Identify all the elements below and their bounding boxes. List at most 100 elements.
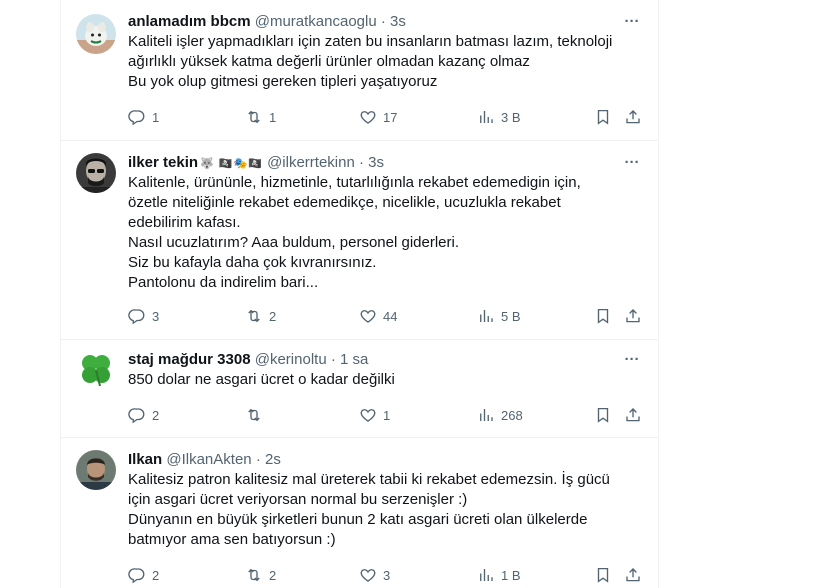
views-count: 268 [501, 407, 523, 423]
share-icon [624, 566, 642, 584]
bookmark-button[interactable] [594, 404, 612, 426]
views-icon [477, 406, 495, 424]
reply-icon [128, 108, 146, 126]
bookmark-button[interactable] [594, 106, 612, 128]
like-count: 17 [383, 109, 398, 125]
like-icon [359, 307, 377, 325]
like-count: 1 [383, 407, 391, 423]
share-button[interactable] [624, 305, 642, 327]
user-handle[interactable]: @kerinoltu [255, 351, 327, 368]
repost-button[interactable] [245, 404, 269, 426]
bookmark-button[interactable] [594, 564, 612, 586]
views-count: 5 B [501, 308, 521, 324]
share-button[interactable] [624, 404, 642, 426]
bookmark-button[interactable] [594, 305, 612, 327]
bookmark-icon [594, 406, 612, 424]
like-button[interactable]: 44 [359, 305, 397, 327]
like-button[interactable]: 1 [359, 404, 390, 426]
tweet-header: anlamadım bbcm @muratkancaoglu · 3s ··· [128, 12, 642, 32]
timestamp[interactable]: 3s [390, 13, 406, 30]
avatar[interactable] [76, 350, 116, 390]
avatar[interactable] [76, 450, 116, 490]
tweet-text-line: edebilirim kafası. [128, 214, 241, 231]
action-bar: 1 1 17 3 B [128, 106, 642, 128]
like-count: 3 [383, 567, 391, 583]
reply-button[interactable]: 2 [128, 564, 159, 586]
tweet[interactable]: staj mağdur 3308 @kerinoltu · 1 sa ··· 8… [61, 340, 658, 438]
tweet[interactable]: Ilkan @IlkanAkten · 2s Kalitesiz patron … [61, 438, 658, 588]
tweet-text-line: Siz bu kafayla daha çok kıvranırsınız. [128, 254, 377, 271]
timeline: anlamadım bbcm @muratkancaoglu · 3s ··· … [60, 0, 659, 588]
tweet-text-line: Kaliteli işler yapmadıkları için zaten b… [128, 33, 613, 50]
share-icon [624, 108, 642, 126]
repost-icon [245, 566, 263, 584]
reply-count: 2 [152, 407, 160, 423]
display-name[interactable]: anlamadım bbcm [128, 13, 251, 30]
reply-button[interactable]: 3 [128, 305, 159, 327]
user-handle[interactable]: @IlkanAkten [166, 451, 251, 468]
repost-icon [245, 108, 263, 126]
share-icon [624, 406, 642, 424]
repost-button[interactable]: 2 [245, 305, 276, 327]
display-name[interactable]: Ilkan [128, 451, 162, 468]
share-button[interactable] [624, 106, 642, 128]
views-button[interactable]: 5 B [477, 305, 521, 327]
more-icon[interactable]: ··· [622, 153, 642, 173]
reply-button[interactable]: 1 [128, 106, 159, 128]
tweet[interactable]: ilker tekin 🐺 🏴‍☠️🎭🏴‍☠️ @ilkerrtekinn · 3… [61, 141, 658, 340]
tweet-text-line: Dünyanın en büyük şirketleri bunun 2 kat… [128, 511, 588, 528]
repost-count: 2 [269, 308, 277, 324]
views-button[interactable]: 268 [477, 404, 523, 426]
views-button[interactable]: 3 B [477, 106, 521, 128]
tweet-text-line: Kalitesiz patron kalitesiz mal üreterek … [128, 471, 610, 488]
repost-icon [245, 307, 263, 325]
tweet-text: Kalitesiz patron kalitesiz mal üreterek … [128, 470, 642, 550]
tweet-text: 850 dolar ne asgari ücret o kadar değilk… [128, 370, 642, 390]
user-handle[interactable]: @muratkancaoglu [255, 13, 377, 30]
like-button[interactable]: 17 [359, 106, 397, 128]
more-icon[interactable]: ··· [622, 350, 642, 370]
timestamp[interactable]: 2s [265, 451, 281, 468]
reply-icon [128, 307, 146, 325]
tweet-text-line: 850 dolar ne asgari ücret o kadar değilk… [128, 371, 395, 388]
tweet-text-line: özetle niteliğinle rekabet edemedikçe, n… [128, 194, 561, 211]
action-bar: 2 1 268 [128, 404, 642, 426]
repost-button[interactable]: 1 [245, 106, 276, 128]
share-button[interactable] [624, 564, 642, 586]
repost-button[interactable]: 2 [245, 564, 276, 586]
views-button[interactable]: 1 B [477, 564, 521, 586]
reply-count: 2 [152, 567, 160, 583]
tweet-text-line: Bu yok olup gitmesi gereken tipleri yaşa… [128, 73, 438, 90]
bookmark-icon [594, 307, 612, 325]
action-bar: 3 2 44 5 B [128, 305, 642, 327]
like-count: 44 [383, 308, 398, 324]
tweet-text-line: Pantolonu da indirelim bari... [128, 274, 319, 291]
tweet-header: Ilkan @IlkanAkten · 2s [128, 450, 642, 470]
reply-icon [128, 566, 146, 584]
repost-count: 2 [269, 567, 277, 583]
reply-button[interactable]: 2 [128, 404, 159, 426]
more-icon[interactable]: ··· [622, 12, 642, 32]
separator-dot: · [330, 351, 336, 368]
views-count: 1 B [501, 567, 521, 583]
like-icon [359, 108, 377, 126]
reply-count: 3 [152, 308, 160, 324]
display-name[interactable]: staj mağdur 3308 [128, 351, 251, 368]
tweet[interactable]: anlamadım bbcm @muratkancaoglu · 3s ··· … [61, 0, 658, 141]
bookmark-icon [594, 566, 612, 584]
display-name[interactable]: ilker tekin [128, 154, 198, 171]
tweet-text-line: ağırlıklı yüksek katma değerli ürünler o… [128, 53, 530, 70]
separator-dot: · [255, 451, 261, 468]
timestamp[interactable]: 3s [368, 154, 384, 171]
like-button[interactable]: 3 [359, 564, 390, 586]
views-icon [477, 566, 495, 584]
avatar[interactable] [76, 14, 116, 54]
timestamp[interactable]: 1 sa [340, 351, 368, 368]
tweet-text-line: Nasıl ucuzlatırım? Aaa buldum, personel … [128, 234, 459, 251]
tweet-text-line: batmıyor ama sen batıyorsun :) [128, 531, 336, 548]
user-handle[interactable]: @ilkerrtekinn [267, 154, 355, 171]
tweet-header: staj mağdur 3308 @kerinoltu · 1 sa ··· [128, 350, 642, 370]
avatar[interactable] [76, 153, 116, 193]
separator-dot: · [359, 154, 364, 171]
reply-count: 1 [152, 109, 160, 125]
